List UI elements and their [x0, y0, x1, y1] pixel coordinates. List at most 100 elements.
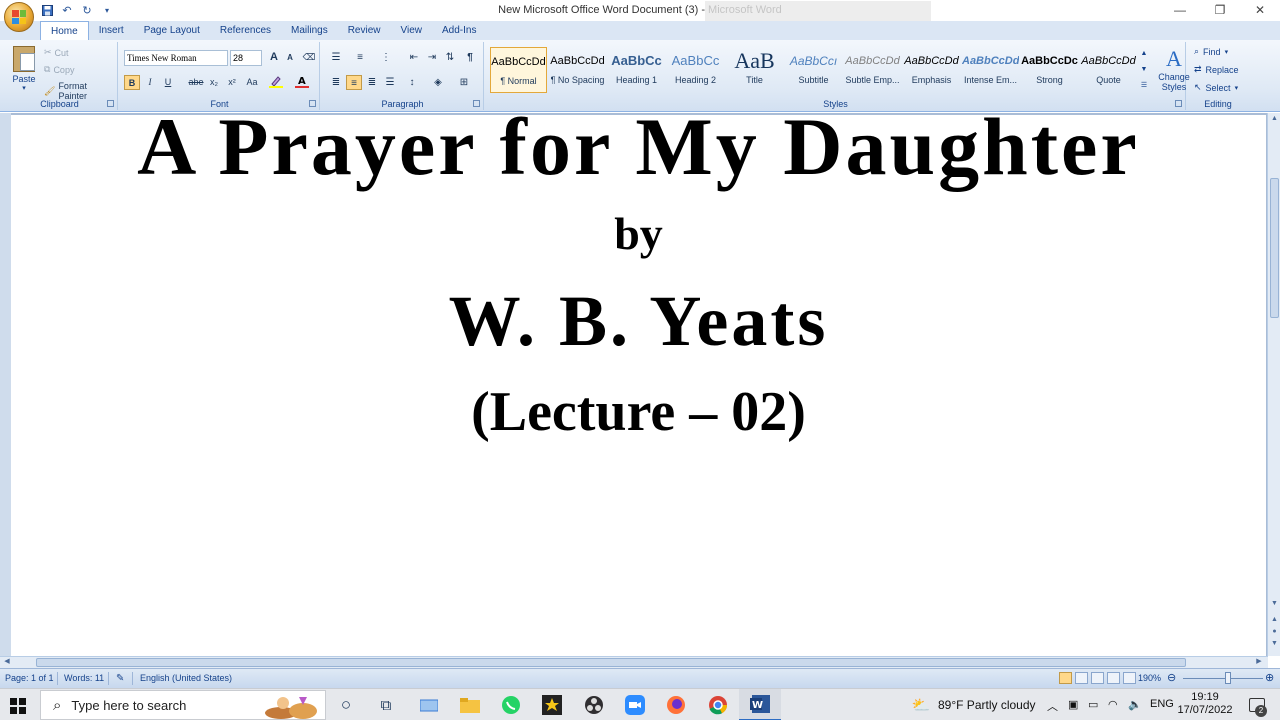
underline-button[interactable]: U [160, 75, 176, 90]
minimize-button[interactable]: — [1160, 0, 1200, 20]
tab-references[interactable]: References [210, 21, 281, 40]
styles-gallery-scroll[interactable]: ▲ ▼ ☰ [1138, 46, 1150, 96]
change-case-button[interactable]: Aa [244, 75, 260, 90]
font-color-icon[interactable]: A [294, 75, 310, 90]
justify-icon[interactable]: ☰ [382, 75, 398, 90]
firefox-icon[interactable] [665, 694, 687, 716]
draft-view-icon[interactable] [1123, 672, 1136, 684]
tab-mailings[interactable]: Mailings [281, 21, 338, 40]
tab-add-ins[interactable]: Add-Ins [432, 21, 486, 40]
grow-font-button[interactable]: A [266, 50, 282, 65]
tab-insert[interactable]: Insert [89, 21, 134, 40]
scroll-down-icon[interactable]: ▼ [1138, 62, 1150, 78]
font-size-select[interactable]: 28 [230, 50, 262, 66]
document-by-line[interactable]: by [11, 207, 1266, 260]
find-button[interactable]: ⌕ Find ▾ [1194, 46, 1228, 57]
more-styles-icon[interactable]: ☰ [1138, 78, 1150, 94]
zoom-slider[interactable] [1183, 678, 1263, 679]
task-view-icon[interactable]: ⧉ [375, 694, 397, 716]
wifi-icon[interactable]: ◠ [1108, 698, 1118, 711]
style-quote[interactable]: AaBbCcDd Quote [1080, 47, 1137, 93]
scroll-up-arrow-icon[interactable]: ▲ [1268, 115, 1280, 122]
next-page-icon[interactable]: ▼ [1268, 640, 1280, 647]
office-button[interactable] [4, 2, 34, 32]
language-indicator[interactable]: English (United States) [140, 673, 232, 683]
style-no-spacing[interactable]: AaBbCcDd ¶ No Spacing [549, 47, 606, 93]
align-right-icon[interactable]: ≣ [364, 75, 380, 90]
font-name-select[interactable]: Times New Roman [124, 50, 228, 66]
paste-button[interactable]: Paste ▾ [10, 46, 38, 92]
show-formatting-icon[interactable]: ¶ [462, 50, 478, 65]
clock[interactable]: 19:19 17/07/2022 [1170, 691, 1240, 717]
bullets-icon[interactable]: ☰ [328, 50, 344, 65]
highlight-icon[interactable] [268, 75, 284, 90]
restore-button[interactable]: ❐ [1200, 0, 1240, 20]
multilevel-list-icon[interactable]: ⋮ [378, 50, 394, 65]
style-subtle-emphasis[interactable]: AaBbCcDd Subtle Emp... [844, 47, 901, 93]
proofing-icon[interactable]: ✎ [116, 673, 124, 684]
sort-icon[interactable]: ⇅ [442, 50, 458, 65]
align-left-icon[interactable]: ≣ [328, 75, 344, 90]
horizontal-scroll-thumb[interactable] [36, 658, 1186, 667]
scroll-up-icon[interactable]: ▲ [1138, 46, 1150, 62]
web-layout-view-icon[interactable] [1091, 672, 1104, 684]
close-button[interactable]: ✕ [1240, 0, 1280, 20]
vertical-scroll-thumb[interactable] [1270, 178, 1279, 318]
tray-app-icon[interactable]: ▣ [1068, 698, 1078, 711]
chrome-icon[interactable] [707, 694, 729, 716]
superscript-button[interactable]: x² [224, 75, 240, 90]
style-strong[interactable]: AaBbCcDc Strong [1021, 47, 1078, 93]
scroll-left-arrow-icon[interactable]: ◀ [2, 657, 12, 665]
style-heading-2[interactable]: AaBbCc Heading 2 [667, 47, 724, 93]
document-title-line[interactable]: A Prayer for My Daughter [11, 100, 1266, 194]
numbering-icon[interactable]: ≡ [352, 50, 368, 65]
style-emphasis[interactable]: AaBbCcDd Emphasis [903, 47, 960, 93]
select-button[interactable]: ↖ Select ▾ [1194, 82, 1238, 93]
align-center-icon[interactable]: ≡ [346, 75, 362, 90]
document-lecture-line[interactable]: (Lecture – 02) [11, 380, 1266, 444]
full-screen-view-icon[interactable] [1075, 672, 1088, 684]
page-count[interactable]: Page: 1 of 1 [5, 673, 54, 683]
tab-page-layout[interactable]: Page Layout [134, 21, 210, 40]
change-styles-button[interactable]: A Change Styles [1156, 46, 1192, 92]
italic-button[interactable]: I [142, 75, 158, 90]
copy-button[interactable]: ⧉ Copy [44, 64, 74, 75]
taskbar-app-icon[interactable] [418, 694, 440, 716]
clear-formatting-icon[interactable]: ⌫ [301, 50, 317, 65]
print-layout-view-icon[interactable] [1059, 672, 1072, 684]
style-title[interactable]: AaB Title [726, 47, 783, 93]
video-editor-icon[interactable] [541, 694, 563, 716]
strikethrough-button[interactable]: abe [188, 75, 204, 90]
document-author-line[interactable]: W. B. Yeats [11, 280, 1266, 363]
tab-view[interactable]: View [391, 21, 433, 40]
horizontal-scrollbar[interactable]: ◀ ▶ [0, 656, 1268, 668]
style-intense-emphasis[interactable]: AaBbCcDd Intense Em... [962, 47, 1019, 93]
word-count[interactable]: Words: 11 [64, 673, 104, 683]
browse-object-icon[interactable]: ● [1268, 628, 1280, 635]
style-normal[interactable]: AaBbCcDd ¶ Normal [490, 47, 547, 93]
line-spacing-icon[interactable]: ↕ [404, 75, 420, 90]
shading-icon[interactable]: ◈ [430, 75, 446, 90]
style-subtitle[interactable]: AaBbCcı Subtitle [785, 47, 842, 93]
zoom-slider-handle[interactable] [1225, 672, 1231, 684]
weather-text[interactable]: 89°F Partly cloudy [938, 698, 1036, 712]
scroll-right-arrow-icon[interactable]: ▶ [1254, 657, 1264, 665]
bold-button[interactable]: B [124, 75, 140, 90]
tray-chevron-up-icon[interactable]: ︿ [1047, 698, 1058, 714]
weather-icon[interactable]: ⛅ [910, 694, 932, 716]
outline-view-icon[interactable] [1107, 672, 1120, 684]
zoom-out-icon[interactable]: ⊖ [1167, 671, 1176, 684]
word-taskbar-button[interactable]: W [739, 689, 781, 720]
borders-icon[interactable]: ⊞ [456, 75, 472, 90]
format-painter-button[interactable]: 🖌 Format Painter [44, 81, 117, 101]
cut-button[interactable]: ✂ Cut [44, 47, 69, 58]
taskbar-search[interactable]: ⌕ Type here to search [40, 690, 326, 720]
cortana-icon[interactable]: ○ [335, 694, 357, 716]
file-explorer-icon[interactable] [459, 694, 481, 716]
shrink-font-button[interactable]: A [282, 50, 298, 65]
zoom-app-icon[interactable] [624, 694, 646, 716]
battery-icon[interactable]: ▭ [1088, 698, 1098, 711]
vertical-scrollbar[interactable]: ▲ ▼ ▲ ● ▼ [1267, 113, 1280, 656]
windows-start-icon[interactable] [10, 698, 26, 714]
subscript-button[interactable]: x₂ [206, 75, 222, 90]
